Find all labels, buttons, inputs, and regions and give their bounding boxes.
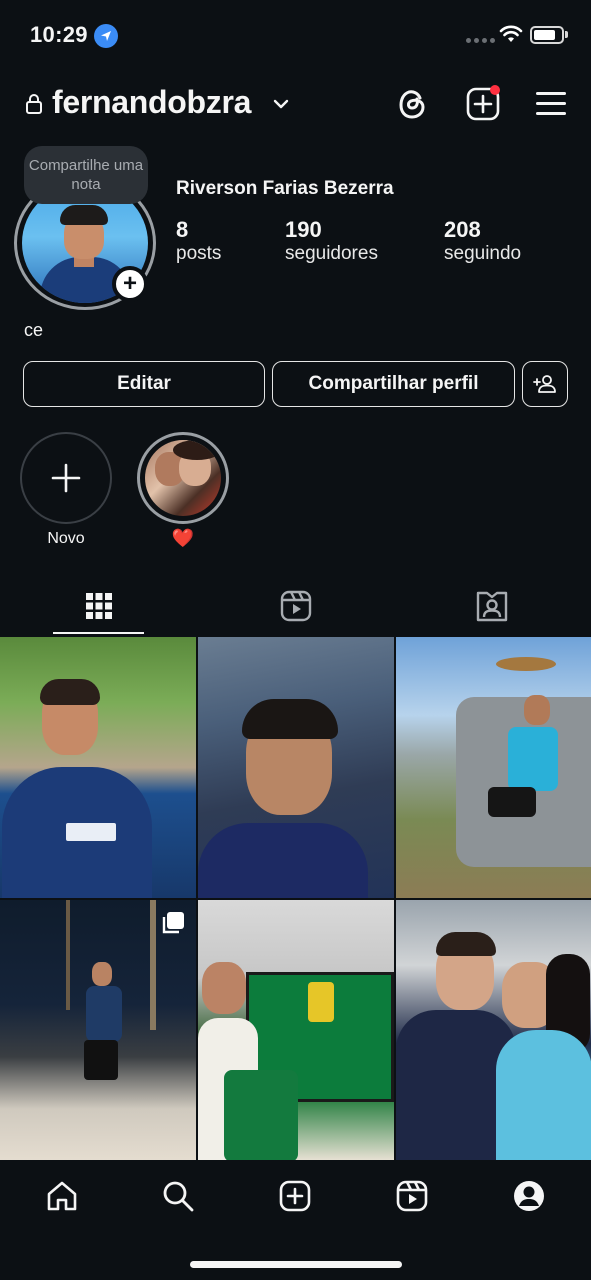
reels-icon <box>396 1180 428 1212</box>
tab-posts-grid[interactable] <box>53 586 144 626</box>
stat-followers[interactable]: 190 seguidores <box>285 217 378 265</box>
nav-search[interactable] <box>158 1176 198 1216</box>
battery-tip <box>565 31 568 38</box>
add-person-icon <box>533 375 556 393</box>
status-time: 10:29 <box>30 22 88 47</box>
stat-value: 208 <box>444 217 481 242</box>
grid-icon <box>85 593 112 619</box>
note-bubble[interactable]: Compartilhe uma nota <box>24 146 148 204</box>
home-indicator[interactable] <box>190 1261 402 1268</box>
stat-following[interactable]: 208 seguindo <box>444 217 521 265</box>
notification-dot <box>490 85 500 95</box>
battery-icon <box>530 26 564 44</box>
chevron-down-icon[interactable] <box>272 97 290 115</box>
wifi-icon <box>499 24 523 49</box>
highlight-label: ❤️ <box>171 528 195 548</box>
profile-icon <box>514 1181 544 1211</box>
tab-tagged[interactable] <box>446 586 537 626</box>
stat-label: posts <box>176 243 222 264</box>
tab-reels[interactable] <box>250 586 341 626</box>
share-profile-button[interactable]: Compartilhar perfil <box>272 361 515 407</box>
create-icon <box>279 1180 311 1212</box>
nav-create[interactable] <box>275 1176 315 1216</box>
full-name: Riverson Farias Bezerra <box>176 178 394 199</box>
reels-icon <box>280 590 311 622</box>
edit-profile-button[interactable]: Editar <box>23 361 265 407</box>
tagged-icon <box>476 591 507 622</box>
highlight-heart[interactable] <box>145 440 221 516</box>
new-highlight-button[interactable] <box>20 432 112 524</box>
plus-icon <box>51 463 81 493</box>
stat-posts[interactable]: 8 posts <box>176 217 221 265</box>
stat-value: 8 <box>176 217 189 242</box>
post-thumbnail[interactable] <box>396 637 591 898</box>
home-icon <box>47 1181 77 1211</box>
search-icon <box>163 1181 194 1212</box>
post-thumbnail[interactable] <box>396 900 591 1161</box>
menu-icon[interactable] <box>536 92 566 122</box>
location-arrow-icon <box>94 24 118 48</box>
highlight-label: Novo <box>47 530 85 547</box>
post-thumbnail[interactable] <box>198 900 394 1161</box>
multiple-photos-icon <box>160 910 186 941</box>
bio: ce <box>24 320 44 340</box>
add-story-plus-icon[interactable]: + <box>112 266 148 302</box>
nav-profile[interactable] <box>509 1176 549 1216</box>
threads-icon[interactable] <box>396 86 430 127</box>
cellular-signal-icon <box>466 38 495 43</box>
stat-label: seguindo <box>444 243 522 264</box>
post-thumbnail[interactable] <box>198 637 394 898</box>
stat-label: seguidores <box>285 243 378 264</box>
discover-people-button[interactable] <box>522 361 568 407</box>
nav-home[interactable] <box>42 1176 82 1216</box>
stat-value: 190 <box>285 217 322 242</box>
account-switcher-username[interactable]: fernandobzra <box>52 84 251 121</box>
post-thumbnail[interactable] <box>0 637 196 898</box>
lock-icon <box>25 93 43 120</box>
active-tab-indicator <box>53 632 144 634</box>
nav-reels[interactable] <box>392 1176 432 1216</box>
